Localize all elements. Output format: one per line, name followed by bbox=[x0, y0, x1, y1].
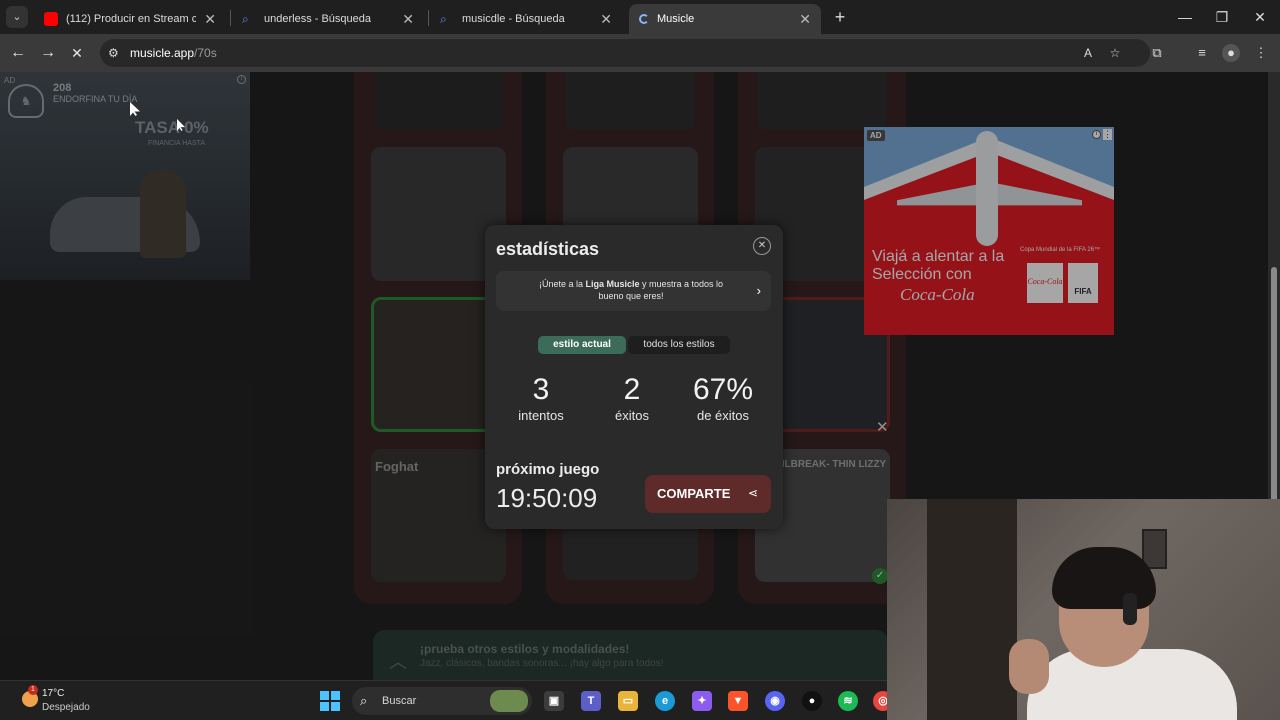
task-view-icon[interactable]: ▣ bbox=[544, 691, 564, 711]
stat-successes: 2 éxitos bbox=[587, 372, 677, 423]
file-explorer-icon[interactable]: ▭ bbox=[618, 691, 638, 711]
league-text: ¡Únete a la Liga Musicle y muestra a tod… bbox=[538, 279, 724, 301]
webcam-background-door bbox=[927, 499, 1017, 720]
browser-menu-icon[interactable]: ⋮ bbox=[1252, 44, 1270, 62]
tab-musicle[interactable]: Musicle ✕ bbox=[629, 4, 821, 34]
site-info-icon[interactable]: ⚙ bbox=[108, 46, 122, 60]
tab-bar: ⌄ (112) Producir en Stream con Fl ✕ ⌕ un… bbox=[0, 0, 1280, 34]
tab-separator bbox=[230, 10, 231, 26]
url-text[interactable]: musicle.app/70s bbox=[130, 46, 217, 60]
join-league-card[interactable]: ¡Únete a la Liga Musicle y muestra a tod… bbox=[496, 271, 771, 311]
webcam-person-shirt bbox=[1027, 649, 1237, 720]
teams-icon[interactable]: T bbox=[581, 691, 601, 711]
tab-underless[interactable]: ⌕ underless - Búsqueda ✕ bbox=[232, 4, 424, 34]
close-tab-icon[interactable]: ✕ bbox=[402, 11, 414, 28]
tab-title: Musicle bbox=[657, 13, 695, 25]
stat-label: intentos bbox=[518, 408, 564, 423]
spotify-icon[interactable]: ≋ bbox=[838, 691, 858, 711]
loading-icon bbox=[639, 14, 649, 24]
weather-temperature[interactable]: 17°C bbox=[42, 688, 64, 699]
tab-title: (112) Producir en Stream con Fl bbox=[66, 13, 197, 25]
back-button[interactable]: ← bbox=[7, 42, 29, 64]
tab-separator bbox=[428, 10, 429, 26]
stat-value: 67% bbox=[692, 373, 754, 406]
stats-modal: estadísticas ✕ ¡Únete a la Liga Musicle … bbox=[485, 225, 783, 529]
start-button[interactable] bbox=[320, 691, 340, 711]
copilot-icon[interactable]: ✦ bbox=[692, 691, 712, 711]
obs-icon[interactable]: ● bbox=[802, 691, 822, 711]
close-modal-icon[interactable]: ✕ bbox=[753, 237, 771, 255]
profile-avatar-icon[interactable]: ● bbox=[1222, 44, 1240, 62]
share-icon: ⋖ bbox=[748, 486, 759, 500]
stat-label: de éxitos bbox=[696, 408, 750, 423]
close-tab-icon[interactable]: ✕ bbox=[799, 11, 811, 28]
tab-all-styles[interactable]: todos los estilos bbox=[628, 336, 730, 354]
forward-button[interactable]: → bbox=[37, 42, 59, 64]
next-game-timer: 19:50:09 bbox=[496, 483, 598, 513]
restore-button[interactable]: ❐ bbox=[1207, 6, 1237, 28]
new-tab-button[interactable]: + bbox=[830, 6, 850, 28]
next-game-label: próximo juego bbox=[496, 461, 600, 478]
close-tab-icon[interactable]: ✕ bbox=[600, 11, 612, 28]
stat-value: 3 bbox=[532, 373, 550, 406]
weather-badge: 1 bbox=[28, 685, 38, 695]
bookmark-star-icon[interactable]: ☆ bbox=[1107, 46, 1123, 60]
share-button[interactable]: COMPARTE ⋖ bbox=[645, 475, 771, 513]
minimize-button[interactable]: — bbox=[1170, 6, 1200, 28]
translate-icon[interactable]: A bbox=[1080, 46, 1096, 60]
extensions-icon[interactable]: ⧉ bbox=[1148, 44, 1166, 62]
close-tab-icon[interactable]: ✕ bbox=[204, 11, 216, 28]
close-window-button[interactable]: ✕ bbox=[1245, 6, 1275, 28]
discord-icon[interactable]: ◉ bbox=[765, 691, 785, 711]
webcam-overlay bbox=[887, 499, 1280, 720]
media-controls-icon[interactable]: ≡ bbox=[1193, 44, 1211, 62]
youtube-icon bbox=[44, 12, 58, 26]
modal-title: estadísticas bbox=[496, 239, 600, 259]
tab-youtube[interactable]: (112) Producir en Stream con Fl ✕ bbox=[34, 4, 226, 34]
search-icon: ⌕ bbox=[440, 12, 447, 26]
address-bar[interactable]: ⚙ musicle.app/70s A ☆ bbox=[100, 39, 1150, 67]
tab-current-style[interactable]: estilo actual bbox=[538, 336, 626, 354]
stop-loading-button[interactable]: ✕ bbox=[66, 42, 88, 64]
tab-title: underless - Búsqueda bbox=[264, 13, 372, 25]
search-icon: ⌕ bbox=[242, 12, 249, 26]
chevron-right-icon: › bbox=[756, 283, 761, 298]
brave-icon[interactable]: ▼ bbox=[728, 691, 748, 711]
browser-toolbar: ← → ✕ ⚙ musicle.app/70s A ☆ ⧉ ≡ ● ⋮ bbox=[0, 34, 1280, 72]
tab-musicdle[interactable]: ⌕ musicdle - Búsqueda ✕ bbox=[430, 4, 622, 34]
headset-icon bbox=[1123, 593, 1137, 625]
share-label: COMPARTE bbox=[657, 486, 731, 501]
taskbar-search-placeholder: Buscar bbox=[382, 695, 417, 707]
search-icon: ⌕ bbox=[360, 693, 368, 708]
search-highlight-image bbox=[490, 690, 528, 712]
stat-attempts: 3 intentos bbox=[496, 372, 586, 423]
taskbar-search[interactable]: ⌕ Buscar bbox=[352, 687, 532, 715]
weather-condition[interactable]: Despejado bbox=[42, 702, 90, 713]
tab-title: musicdle - Búsqueda bbox=[462, 13, 565, 25]
tab-search-menu-button[interactable]: ⌄ bbox=[6, 6, 28, 28]
stat-value: 2 bbox=[623, 373, 641, 406]
stat-label: éxitos bbox=[615, 408, 649, 423]
webcam-person-hair bbox=[1052, 547, 1156, 609]
webcam-person-hand bbox=[1009, 639, 1049, 694]
edge-icon[interactable]: e bbox=[655, 691, 675, 711]
stat-success-rate: 67% de éxitos bbox=[678, 372, 768, 423]
